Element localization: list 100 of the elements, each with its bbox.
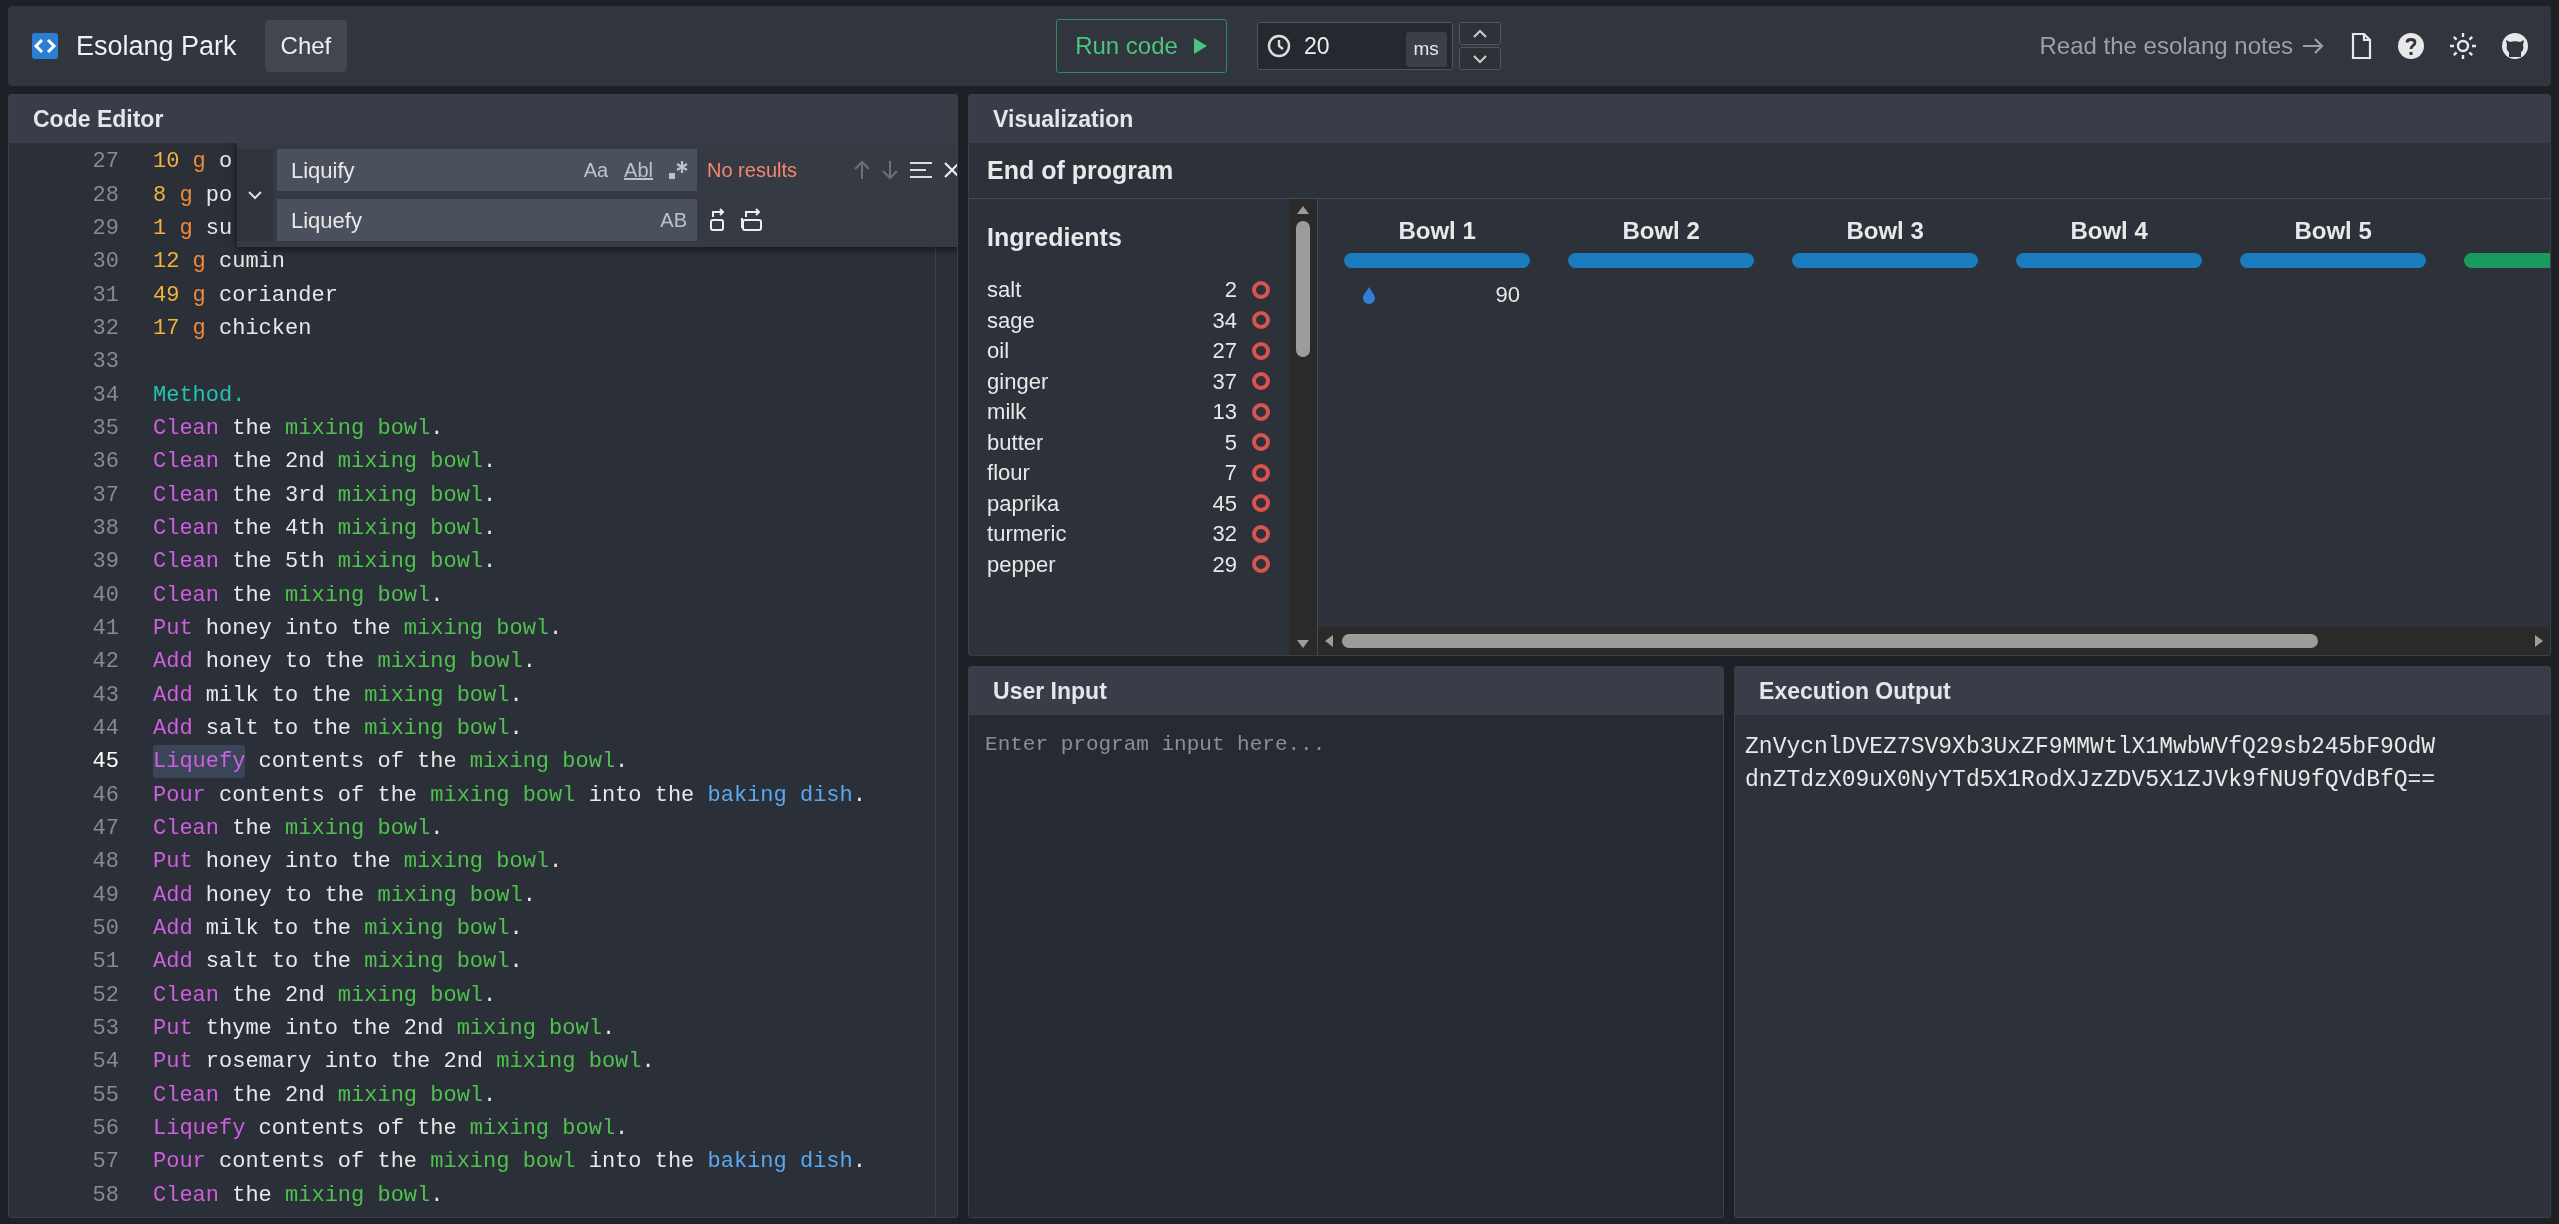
code-line: 10 g o [153, 148, 233, 177]
line-number: 49 [91, 881, 119, 910]
whole-word-toggle[interactable]: Abl [622, 155, 655, 185]
line-number: 48 [91, 848, 119, 877]
code-line: Pour contents of the mixing bowl into the baking dish. [153, 781, 866, 810]
line-number: 31 [91, 281, 119, 310]
line-number: 37 [91, 481, 119, 510]
panel-title: User Input [969, 667, 1724, 715]
line-number: 58 [91, 1181, 119, 1210]
ingredient-name: ginger [987, 367, 1049, 396]
ingredient-name: turmeric [987, 520, 1067, 549]
line-number: 41 [91, 615, 119, 643]
match-case-toggle[interactable]: Aa [581, 155, 611, 185]
line-number: 40 [91, 581, 119, 610]
bowl-label: Bowl 5 [2294, 216, 2372, 246]
code-line: 12 g cumin [153, 248, 286, 277]
file-icon[interactable] [2349, 32, 2373, 60]
ingredient-amount: 37 [1212, 367, 1238, 396]
ingredient-amount: 27 [1212, 337, 1238, 366]
preserve-case-toggle[interactable]: AB [658, 205, 689, 235]
ring-icon [1251, 279, 1272, 300]
output-text: ZnVycnlDVEZ7SV9Xb3UxZF9MMWtlX1MwbWVfQ29sb245bF9OdWdnZTdzX09uX0NyYTd5X1RodXJzZDV5X1ZJVk9fNU9fQVdBfQ== [1744, 733, 2437, 796]
replace-field[interactable]: Liquefy AB [277, 199, 697, 241]
line-number: 44 [91, 715, 119, 743]
unit-label: ms [1405, 32, 1447, 67]
arrow-right-icon [2301, 36, 2325, 56]
code-line: Add milk to the mixing bowl. [153, 681, 523, 710]
ring-icon [1251, 432, 1272, 453]
scroll-down-icon[interactable] [1296, 639, 1311, 649]
chevron-up-icon [1471, 28, 1488, 39]
regex-icon[interactable] [667, 159, 689, 181]
help-icon[interactable] [2397, 32, 2425, 60]
line-number: 27 [91, 148, 119, 177]
line-number: 33 [91, 348, 119, 377]
notes-link[interactable]: Read the esolang notes [2039, 28, 2325, 64]
code-line: Clean the 2nd mixing bowl. [153, 448, 497, 477]
line-number: 30 [91, 248, 119, 277]
ring-icon [1251, 462, 1272, 483]
code-line: Clean the 3rd mixing bowl. [153, 481, 497, 510]
code-line: 1 g su [153, 214, 233, 243]
ingredient-amount: 32 [1212, 520, 1238, 549]
code-line: Clean the 4th mixing bowl. [153, 514, 497, 543]
ring-icon [1251, 371, 1272, 392]
scrollbar-thumb[interactable] [1296, 221, 1311, 357]
program-status: End of program [969, 143, 2550, 199]
ingredient-amount: 34 [1212, 306, 1238, 335]
bowl-item-value: 90 [1495, 281, 1521, 309]
line-number: 28 [91, 181, 119, 210]
ingredient-name: milk [987, 398, 1027, 427]
ingredient-name: sage [987, 306, 1035, 335]
scroll-right-icon[interactable] [2534, 634, 2544, 648]
code-line: Put thyme into the 2nd mixing bowl. [153, 1015, 616, 1044]
code-line: Liquefy contents of the mixing bowl. [153, 745, 629, 779]
play-icon [1191, 37, 1208, 55]
find-field[interactable]: Liquify Aa Abl [277, 149, 697, 191]
code-line: 8 g po [153, 181, 233, 210]
run-code-button[interactable]: Run code [1056, 19, 1227, 73]
line-number: 47 [91, 815, 119, 844]
increment-button[interactable] [1458, 22, 1501, 45]
ring-icon [1251, 523, 1272, 544]
decrement-button[interactable] [1458, 47, 1501, 70]
program-input-field[interactable]: Enter program input here... [969, 715, 1724, 1217]
code-line: Pour contents of the mixing bowl into the baking dish. [153, 1148, 866, 1177]
line-number: 29 [91, 214, 119, 243]
sun-icon[interactable] [2449, 32, 2477, 60]
ring-icon [1251, 401, 1272, 422]
panel-title: Code Editor [9, 95, 958, 143]
code-line: Add salt to the mixing bowl. [153, 948, 523, 977]
app-title: Esolang Park [76, 29, 237, 63]
ingredient-name: salt [987, 276, 1022, 305]
code-line: Put honey into the mixing bowl. [153, 615, 563, 643]
line-number: 39 [91, 548, 119, 577]
line-number: 54 [91, 1048, 119, 1077]
language-button[interactable]: Chef [264, 20, 348, 72]
code-line: Clean the mixing bowl. [153, 1181, 444, 1210]
code-line: Clean the mixing bowl. [153, 581, 444, 610]
ingredient-amount: 7 [1224, 459, 1238, 488]
scroll-left-icon[interactable] [1324, 634, 1335, 648]
line-number: 56 [91, 1115, 119, 1144]
ingredient-name: pepper [987, 550, 1056, 579]
code-line: Add honey to the mixing bowl. [153, 881, 536, 910]
bowl-label: Bowl 1 [1398, 216, 1476, 246]
code-line: Add milk to the mixing bowl. [153, 915, 523, 944]
clock-icon [1266, 34, 1291, 58]
chevron-down-icon [1471, 53, 1488, 64]
cat-logo-icon[interactable] [2501, 32, 2529, 60]
replace-all-icon[interactable] [739, 208, 765, 232]
lines-icon[interactable] [908, 160, 934, 180]
toggle-replace-button[interactable] [237, 149, 273, 241]
close-icon[interactable] [942, 160, 958, 180]
code-line: Add salt to the mixing bowl. [153, 715, 523, 743]
code-line: 17 g chicken [153, 314, 312, 343]
scrollbar-thumb[interactable] [1342, 634, 2319, 648]
scroll-up-icon[interactable] [1296, 205, 1311, 215]
line-number: 35 [91, 414, 119, 443]
ingredient-amount: 5 [1224, 428, 1238, 457]
ingredient-name: flour [987, 459, 1030, 488]
ingredient-name: paprika [987, 489, 1060, 518]
find-status: No results [707, 158, 798, 183]
bowl-label: Bowl 2 [1622, 216, 1700, 246]
